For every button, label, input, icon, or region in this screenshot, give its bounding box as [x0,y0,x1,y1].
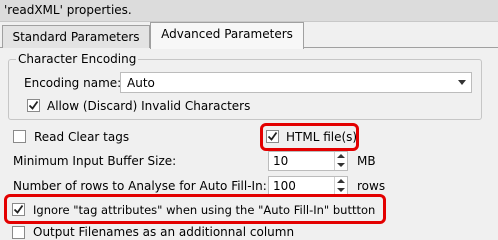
tab-advanced-parameters[interactable]: Advanced Parameters [150,22,304,49]
ignore-attributes-checkbox[interactable] [12,203,25,216]
arrow-down-icon [337,163,345,167]
min-buffer-spinner[interactable]: 10 [268,151,348,171]
rows-increment[interactable] [335,177,347,186]
read-clear-tags-label: Read Clear tags [34,130,130,144]
check-icon [13,204,24,214]
ignore-attributes-label: Ignore "tag attributes" when using the "… [33,203,376,217]
check-icon [267,131,278,141]
allow-invalid-checkbox[interactable] [27,99,40,112]
window-titlebar: 'readXML' properties. [0,0,498,22]
arrow-up-icon [337,179,345,183]
encoding-name-value: Auto [127,76,155,90]
rows-value: 100 [273,179,296,193]
encoding-name-label: Encoding name: [24,76,122,90]
output-filenames-checkbox[interactable] [12,226,25,239]
window-title: 'readXML' properties. [4,3,132,17]
rows-spinner[interactable]: 100 [268,176,348,196]
tab-bar: Standard Parameters Advanced Parameters [0,22,498,49]
tab-advanced-parameters-label: Advanced Parameters [161,27,293,41]
output-filenames-label: Output Filenames as an additionnal colum… [33,225,295,239]
min-buffer-decrement[interactable] [335,161,347,170]
tab-standard-parameters[interactable]: Standard Parameters [2,25,150,48]
check-icon [28,100,39,110]
html-files-checkbox[interactable] [266,130,279,143]
read-clear-tags-checkbox[interactable] [13,130,26,143]
min-buffer-value: 10 [273,154,289,168]
tab-standard-parameters-label: Standard Parameters [12,30,140,44]
rows-label: Number of rows to Analyse for Auto Fill-… [13,179,267,193]
min-buffer-label: Minimum Input Buffer Size: [13,154,177,168]
arrow-up-icon [337,154,345,158]
character-encoding-title: Character Encoding [16,52,139,66]
html-files-label: HTML file(s) [286,130,358,144]
chevron-down-icon [458,80,466,85]
encoding-name-select[interactable]: Auto [120,72,472,93]
rows-unit: rows [357,179,386,193]
min-buffer-increment[interactable] [335,152,347,161]
min-buffer-unit: MB [357,154,376,168]
arrow-down-icon [337,188,345,192]
allow-invalid-label: Allow (Discard) Invalid Characters [47,99,251,113]
